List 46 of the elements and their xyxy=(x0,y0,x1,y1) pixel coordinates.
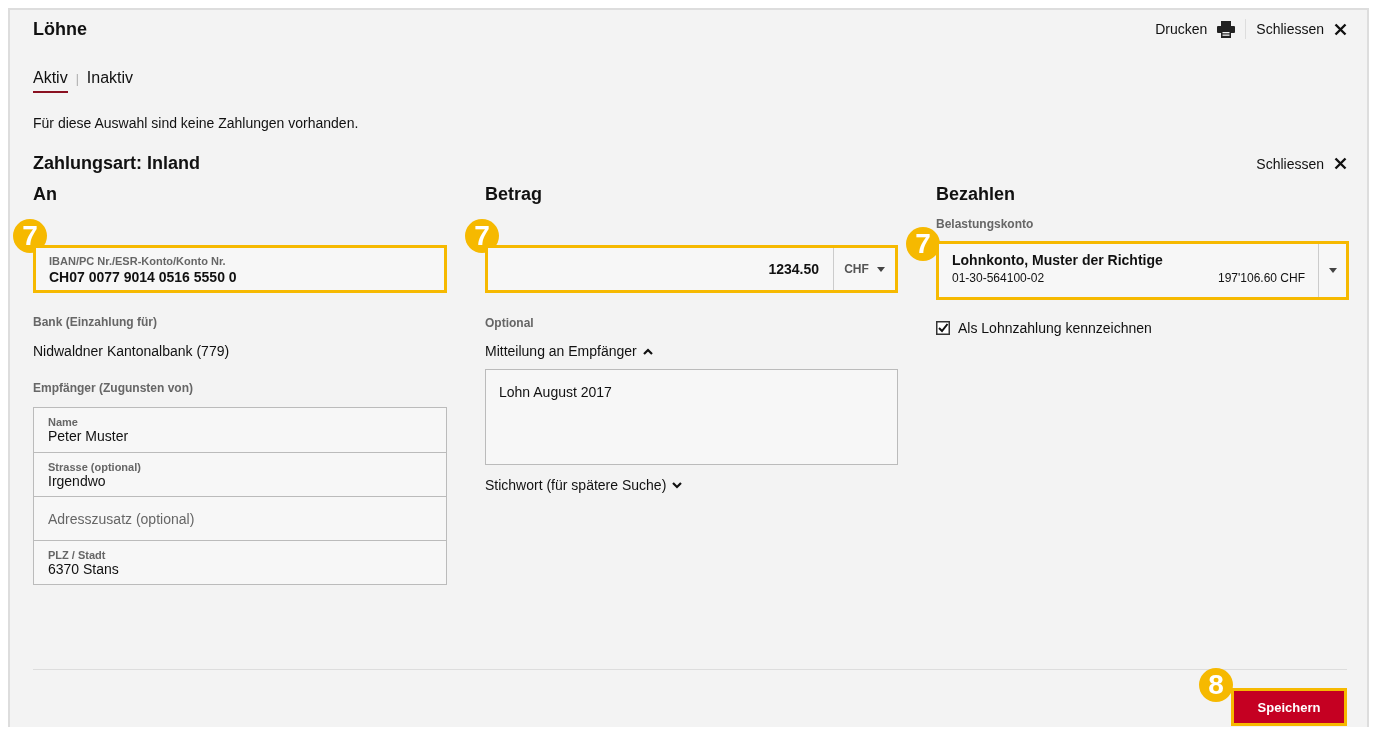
account-name: Lohnkonto, Muster der Richtige xyxy=(952,252,1164,268)
page-title: Löhne xyxy=(33,18,87,40)
callout-badge: 7 xyxy=(465,219,499,253)
callout-badge: 8 xyxy=(1199,668,1233,702)
address-field[interactable]: Adresszusatz (optional) xyxy=(34,496,446,540)
input-field[interactable]: Strasse (optional) Irgendwo xyxy=(34,452,446,496)
account-balance: 197'106.60 CHF xyxy=(1218,271,1305,285)
optional-label: Optional xyxy=(485,316,534,330)
caret-icon xyxy=(1328,268,1337,273)
empty-message: Für diese Auswahl sind keine Zahlungen vorhanden. xyxy=(33,115,360,131)
close-button[interactable]: Schliessen xyxy=(1256,155,1347,172)
bank-label: Bank (Einzahlung für) xyxy=(33,315,157,329)
chevron-down-icon xyxy=(672,481,683,489)
callout-badge: 7 xyxy=(906,227,940,261)
tab[interactable]: Aktiv xyxy=(33,69,68,93)
bank-name: Nidwaldner Kantonalbank (779) xyxy=(33,343,230,359)
checkbox[interactable] xyxy=(936,321,950,335)
close-icon xyxy=(1334,22,1347,36)
column-heading: Bezahlen xyxy=(936,184,1016,206)
debit-account-dropdown[interactable]: Lohnkonto, Muster der Richtige 01-30-564100-02 197'106.60 CHF xyxy=(936,241,1349,300)
payee-label: Empfänger (Zugunsten von) xyxy=(33,381,193,395)
field-value: CH07 0077 9014 0516 5550 0 xyxy=(49,269,238,285)
chevron-up-icon xyxy=(642,347,653,355)
column-heading: Betrag xyxy=(485,184,542,206)
account-number-field[interactable]: IBAN/PC Nr./ESR-Konto/Konto Nr. CH07 0077 9014 0516 5550 0 xyxy=(33,245,447,293)
tab[interactable]: Inaktiv xyxy=(86,69,134,93)
input-field[interactable]: Name Peter Muster xyxy=(34,408,446,452)
tab-separator: | xyxy=(75,72,79,88)
section-title: Zahlungsart: Inland xyxy=(33,153,200,174)
keyword-toggle[interactable]: Stichwort (für spätere Suche) xyxy=(485,477,683,493)
callout-badge: 7 xyxy=(13,219,47,253)
close-icon xyxy=(1334,157,1347,170)
close-button[interactable]: Schliessen xyxy=(1256,21,1347,37)
message-field[interactable]: Lohn August 2017 xyxy=(485,369,898,465)
input-field[interactable]: PLZ / Stadt 6370 Stans xyxy=(34,540,446,584)
print-button[interactable]: Drucken xyxy=(1155,20,1236,38)
column-heading: An xyxy=(33,184,57,206)
message-toggle[interactable]: Mitteilung an Empfänger xyxy=(485,343,653,359)
checkbox-label: Als Lohnzahlung kennzeichnen xyxy=(958,320,1152,336)
save-button[interactable]: Speichern xyxy=(1231,688,1347,726)
field-label: IBAN/PC Nr./ESR-Konto/Konto Nr. xyxy=(49,255,227,267)
caret-icon xyxy=(876,266,885,272)
account-number: 01-30-564100-02 xyxy=(952,271,1045,285)
amount-field[interactable]: 1234.50 CHF xyxy=(485,245,898,293)
printer-icon xyxy=(1217,20,1236,38)
currency-dropdown[interactable]: CHF xyxy=(833,248,895,290)
